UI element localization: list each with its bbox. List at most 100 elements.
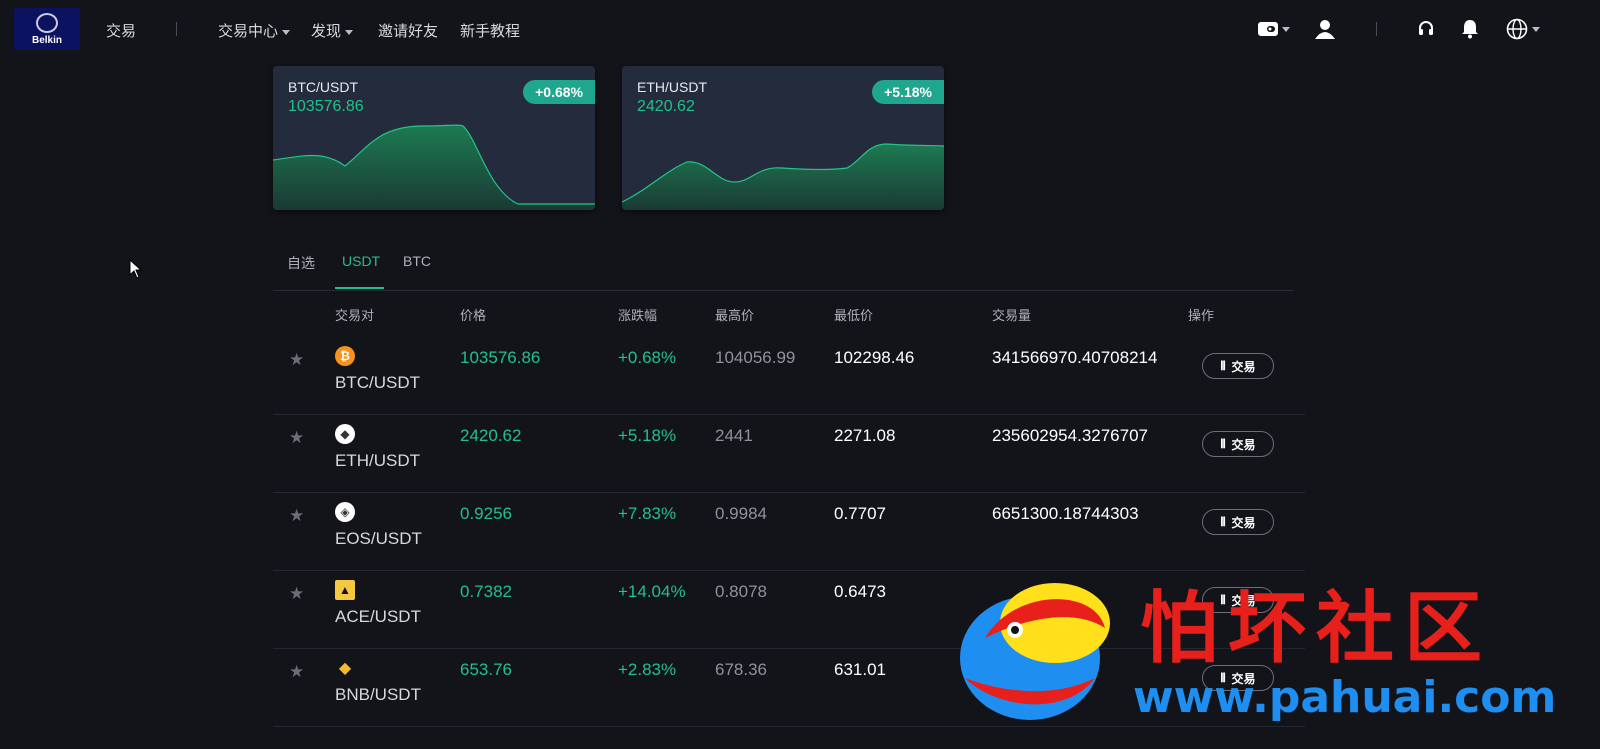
watermark-fish-logo <box>960 583 1110 720</box>
headset-icon <box>1419 21 1433 35</box>
user-account-button[interactable] <box>1315 17 1335 41</box>
table-row[interactable]: ★ ◆ ETH/USDT 2420.62 +5.18% 2441 2271.08… <box>273 415 1305 493</box>
row-high: 104056.99 <box>715 348 796 367</box>
candlestick-icon: ⫴ <box>1220 436 1226 451</box>
tab-favorites[interactable]: 自选 <box>287 253 315 273</box>
row-pair: BNB/USDT <box>335 685 421 704</box>
star-icon[interactable]: ★ <box>289 506 304 526</box>
trade-button-label: 交易 <box>1231 437 1256 452</box>
header-high: 最高价 <box>715 308 755 323</box>
watermark-url: www.pahuai.com <box>1133 672 1557 723</box>
header-price: 价格 <box>460 308 487 323</box>
card-pair: BTC/USDT <box>288 79 358 95</box>
notification-button[interactable] <box>1461 17 1479 41</box>
nav-invite-friends[interactable]: 邀请好友 <box>378 20 438 41</box>
nav-divider <box>1376 22 1377 36</box>
star-icon[interactable]: ★ <box>289 350 304 370</box>
eos-icon: ◈ <box>335 502 355 522</box>
row-high: 0.8078 <box>715 582 767 601</box>
tab-usdt[interactable]: USDT <box>342 253 380 269</box>
header-change: 涨跌幅 <box>618 308 658 323</box>
nav-tutorial[interactable]: 新手教程 <box>460 20 520 41</box>
change-badge: +0.68% <box>523 80 595 104</box>
header-volume: 交易量 <box>992 308 1032 323</box>
table-row[interactable]: ★ ₿ BTC/USDT 103576.86 +0.68% 104056.99 … <box>273 337 1305 415</box>
nav-discover-label: 发现 <box>311 23 342 40</box>
star-icon[interactable]: ★ <box>289 428 304 448</box>
watermark-title: 怕坏社区 <box>1140 584 1493 674</box>
header-action: 操作 <box>1188 308 1215 323</box>
candlestick-icon: ⫴ <box>1220 514 1226 529</box>
nav-trade[interactable]: 交易 <box>106 20 136 41</box>
row-low: 2271.08 <box>834 426 896 445</box>
row-pair: BTC/USDT <box>335 373 420 392</box>
logo-emblem-icon <box>36 12 58 33</box>
row-high: 2441 <box>715 426 753 445</box>
row-volume: 6651300.18744303 <box>992 504 1139 523</box>
row-price: 0.9256 <box>460 504 512 523</box>
row-high: 678.36 <box>715 660 767 679</box>
row-volume: 341566970.40708214 <box>992 348 1158 367</box>
trade-button-label: 交易 <box>1231 359 1256 374</box>
belkin-logo[interactable]: Belkin <box>14 8 80 50</box>
chevron-down-icon <box>1282 26 1290 32</box>
globe-icon <box>1506 18 1528 40</box>
header-pair: 交易对 <box>335 308 375 323</box>
logo-text: Belkin <box>31 34 62 46</box>
market-card-eth[interactable]: ETH/USDT 2420.62 +5.18% <box>622 66 944 210</box>
candlestick-icon: ⫴ <box>1220 358 1226 373</box>
card-pair: ETH/USDT <box>637 79 707 95</box>
market-tabs: 自选 USDT BTC <box>273 240 1293 291</box>
star-icon[interactable]: ★ <box>289 662 304 682</box>
price-sparkline <box>622 143 944 210</box>
bell-icon <box>1462 20 1478 39</box>
nav-trade-center-label: 交易中心 <box>218 23 279 40</box>
card-price: 2420.62 <box>637 98 695 115</box>
row-change: +14.04% <box>618 582 686 601</box>
support-button[interactable] <box>1418 17 1434 41</box>
row-change: +7.83% <box>618 504 677 523</box>
nav-trade-center[interactable]: 交易中心 <box>218 20 291 41</box>
table-row[interactable]: ★ ◈ EOS/USDT 0.9256 +7.83% 0.9984 0.7707… <box>273 493 1305 571</box>
ethereum-icon: ◆ <box>335 424 355 444</box>
row-pair: EOS/USDT <box>335 529 422 548</box>
user-icon <box>1315 20 1335 39</box>
bitcoin-icon: ₿ <box>335 346 355 366</box>
change-badge: +5.18% <box>872 80 944 104</box>
nav-divider <box>176 22 177 36</box>
row-change: +0.68% <box>618 348 677 367</box>
chevron-down-icon <box>282 29 291 35</box>
star-icon[interactable]: ★ <box>289 584 304 604</box>
row-low: 631.01 <box>834 660 886 679</box>
row-change: +2.83% <box>618 660 677 679</box>
active-tab-indicator <box>335 287 384 289</box>
chevron-down-icon <box>1532 26 1540 32</box>
row-volume: 235602954.3276707 <box>992 426 1148 445</box>
row-low: 0.7707 <box>834 504 886 523</box>
top-nav: Belkin 交易 交易中心 发现 邀请好友 新手教程 <box>0 0 1600 60</box>
market-card-btc[interactable]: BTC/USDT 103576.86 +0.68% <box>273 66 595 210</box>
row-price: 0.7382 <box>460 582 512 601</box>
trade-button[interactable]: ⫴ 交易 <box>1202 353 1274 379</box>
mouse-cursor-icon <box>129 259 143 279</box>
row-price: 103576.86 <box>460 348 541 367</box>
trade-button[interactable]: ⫴ 交易 <box>1202 431 1274 457</box>
trade-button[interactable]: ⫴ 交易 <box>1202 509 1274 535</box>
row-low: 0.6473 <box>834 582 886 601</box>
row-change: +5.18% <box>618 426 677 445</box>
price-sparkline <box>273 124 595 210</box>
wallet-menu[interactable] <box>1258 17 1290 41</box>
tab-btc[interactable]: BTC <box>403 253 431 269</box>
wallet-icon <box>1258 22 1278 36</box>
bnb-icon: ◆ <box>338 660 352 677</box>
card-price: 103576.86 <box>288 98 364 115</box>
language-menu[interactable] <box>1506 17 1540 41</box>
row-low: 102298.46 <box>834 348 915 367</box>
row-price: 653.76 <box>460 660 512 679</box>
market-table-header: 交易对 价格 涨跌幅 最高价 最低价 交易量 操作 <box>273 305 1303 325</box>
trade-button-label: 交易 <box>1231 515 1256 530</box>
chevron-down-icon <box>345 29 354 35</box>
nav-discover[interactable]: 发现 <box>311 20 354 41</box>
row-price: 2420.62 <box>460 426 522 445</box>
ace-icon: ▲ <box>335 580 355 600</box>
